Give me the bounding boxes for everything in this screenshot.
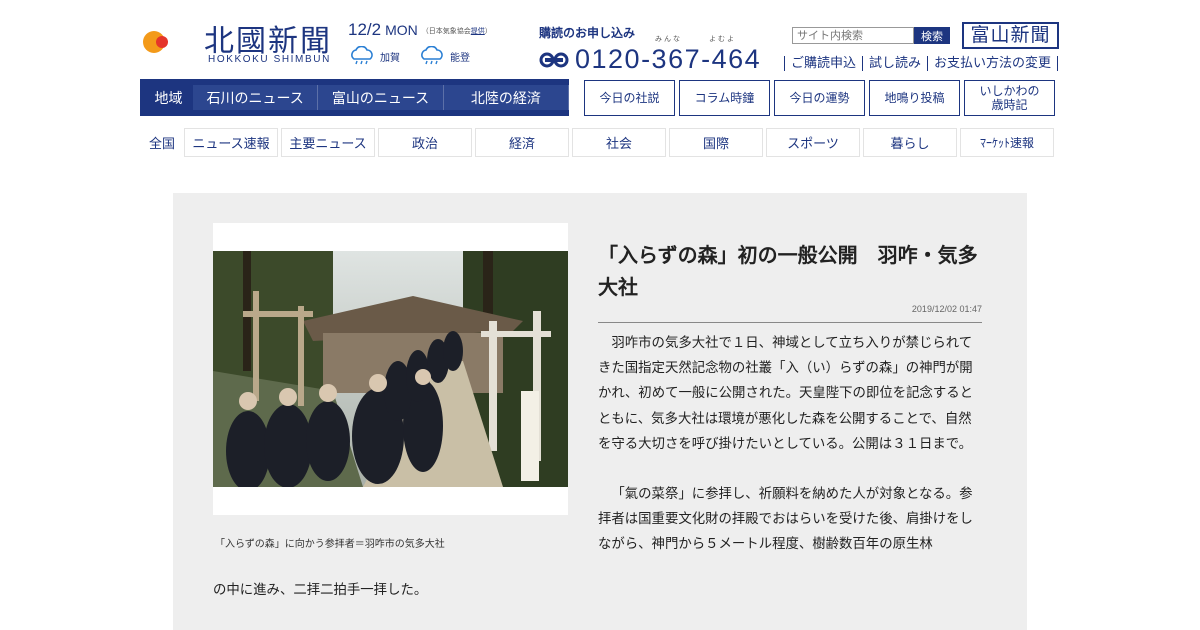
phone-ruby-1: みんな [655, 35, 682, 43]
article-timestamp: 2019/12/02 01:47 [911, 304, 982, 314]
weather-credit-prefix: （日本気象協会 [421, 27, 471, 35]
date-display: 12/2 MON （日本気象協会提供） [348, 20, 528, 40]
search-input[interactable] [792, 27, 914, 44]
category-living[interactable]: 暮らし [863, 128, 957, 157]
category-sports[interactable]: スポーツ [766, 128, 860, 157]
weather-kaga[interactable]: 加賀 [348, 46, 400, 66]
article-photo[interactable] [213, 251, 568, 487]
weather-credit: （日本気象協会提供） [422, 28, 492, 35]
category-nav-label: 全国 [148, 137, 175, 152]
region-nav-label: 地域 [154, 90, 183, 107]
weather-place-noto: 能登 [450, 52, 470, 64]
subscription-block[interactable]: 購読のお申し込み みんな よむよ 0120-367-464 [539, 24, 799, 74]
date-weather-block: 12/2 MON （日本気象協会提供） 加賀 能登 [348, 20, 528, 65]
link-payment-change[interactable]: お支払い方法の変更 [928, 56, 1059, 71]
free-dial-phone[interactable]: 0120-367-464 [539, 44, 761, 75]
ishikawa-calendar-button[interactable]: いしかわの 歳時記 [964, 80, 1055, 116]
weekday: MON [385, 22, 418, 38]
category-society[interactable]: 社会 [572, 128, 666, 157]
link-subscribe[interactable]: ご購読申込 [784, 56, 864, 71]
toyama-shimbun-link[interactable]: 富山新聞 [962, 22, 1059, 49]
category-top-news[interactable]: 主要ニュース [281, 128, 375, 157]
category-market-news[interactable]: ﾏｰｹｯﾄ速報 [960, 128, 1054, 157]
link-trial-read[interactable]: 試し読み [863, 56, 929, 71]
weather-place-kaga: 加賀 [380, 52, 400, 64]
region-nav: 地域 石川のニュース 富山のニュース 北陸の経済 [140, 79, 570, 116]
tab-toyama-news[interactable]: 富山のニュース [318, 85, 444, 110]
rain-cloud-icon [351, 46, 373, 65]
photo-caption: 「入らずの森」に向かう参拝者＝羽咋市の気多大社 [215, 539, 445, 550]
shrine-forest-photo [213, 251, 568, 487]
weather-noto[interactable]: 能登 [418, 46, 470, 66]
article-paragraph-1: 羽咋市の気多大社で１日、神域として立ち入りが禁じられてきた国指定天然記念物の社叢… [598, 336, 974, 452]
phone-ruby-2: よむよ [709, 35, 736, 43]
rain-cloud-icon [421, 46, 443, 65]
phone-number: 0120-367-464 [575, 44, 762, 74]
search-button[interactable]: 検索 [914, 27, 950, 44]
editorial-button[interactable]: 今日の社説 [584, 80, 675, 116]
weather-credit-suffix: ） [484, 27, 492, 35]
site-search: 検索 [792, 27, 950, 44]
category-international[interactable]: 国際 [669, 128, 763, 157]
column-jisho-button[interactable]: コラム時鐘 [679, 80, 770, 116]
category-breaking-news[interactable]: ニュース速報 [184, 128, 278, 157]
header-links: ご購読申込 試し読み お支払い方法の変更 [784, 56, 1059, 71]
article-body: 羽咋市の気多大社で１日、神域として立ち入りが禁じられてきた国指定天然記念物の社叢… [598, 331, 982, 583]
free-dial-icon [539, 52, 569, 67]
tab-ishikawa-news[interactable]: 石川のニュース [192, 85, 319, 110]
horoscope-button[interactable]: 今日の運勢 [774, 80, 865, 116]
article-photo-card [213, 223, 568, 515]
category-politics[interactable]: 政治 [378, 128, 472, 157]
article-panel: 「入らずの森」に向かう参拝者＝羽咋市の気多大社 「入らずの森」初の一般公開 羽咋… [173, 193, 1027, 630]
category-nav: 全国 ニュース速報 主要ニュース 政治 経済 社会 国際 スポーツ 暮らし ﾏｰ… [140, 128, 1057, 157]
headline-divider [598, 322, 982, 323]
column-buttons: 今日の社説 コラム時鐘 今日の運勢 地鳴り投稿 いしかわの 歳時記 [584, 80, 1055, 116]
logo-mark-icon [142, 22, 184, 62]
article-paragraph-2: 「氣の菜祭」に参拝し、祈願料を納めた人が対象となる。参拝者は国重要文化財の拝殿で… [598, 487, 973, 553]
hokkoku-logo[interactable]: 北國新聞 HOKKOKU SHIMBUN [140, 14, 345, 70]
article-headline: 「入らずの森」初の一般公開 羽咋・気多大社 [598, 243, 978, 299]
date-value: 12/2 [348, 20, 382, 39]
weather-credit-link[interactable]: 提供 [471, 28, 485, 35]
logo-subtitle: HOKKOKU SHIMBUN [208, 54, 331, 65]
category-economy[interactable]: 経済 [475, 128, 569, 157]
reader-letters-button[interactable]: 地鳴り投稿 [869, 80, 960, 116]
tab-hokuriku-economy[interactable]: 北陸の経済 [443, 85, 570, 110]
article-paragraph-tail: の中に進み、二拝二拍手一拝した。 [213, 583, 428, 598]
